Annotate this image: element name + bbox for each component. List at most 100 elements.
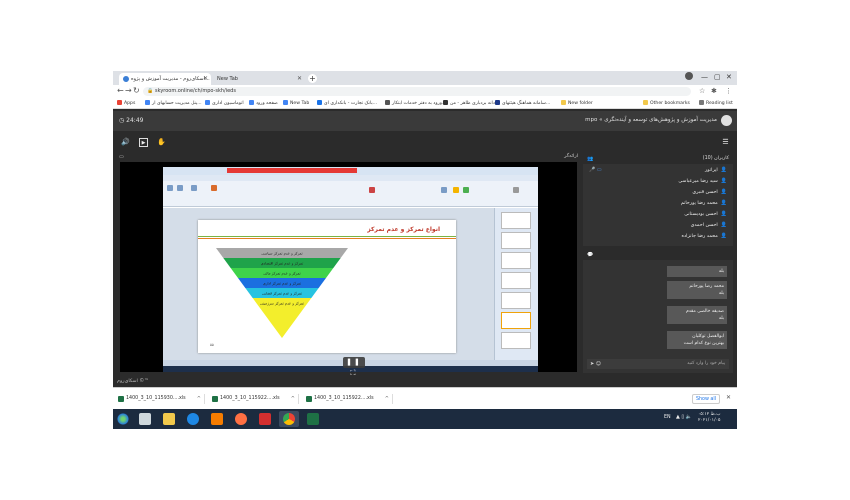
send-icon[interactable]: ➤ ☺ [590, 359, 601, 369]
back-icon[interactable]: ← [117, 86, 124, 95]
tray-icons[interactable]: ▲ ▯ 🔈 [676, 414, 692, 420]
slide-title: انواع تمرکز و عدم تمرکز [367, 226, 440, 233]
start-button[interactable] [115, 411, 131, 427]
user-list-item[interactable]: سید رضا میرعباسی 👤 [678, 178, 727, 186]
download-item[interactable]: 1400_3_10_115930....xls ^ [117, 394, 205, 404]
skyroom-favicon-icon [123, 75, 129, 82]
site-icon [317, 100, 322, 105]
close-window-icon[interactable]: ✕ [726, 73, 732, 81]
app-header: ◷ 24:49 mpo « مدیریت آموزش و پژوهش‌های ت… [113, 111, 737, 131]
download-item[interactable]: 1400_3_10_115922....xls ^ [211, 394, 299, 404]
taskbar-app[interactable] [207, 411, 227, 427]
ppt-ribbon [163, 181, 538, 207]
bookmark-item[interactable]: پنل مدیریت حسابهای ار... [145, 100, 202, 106]
slide-thumbnail[interactable] [501, 232, 531, 249]
user-name: احسن قنبری [692, 190, 718, 195]
excel-file-icon [306, 396, 312, 402]
taskbar-app[interactable] [135, 411, 155, 427]
bookmark-item[interactable]: اتوماسیون اداری [205, 100, 244, 106]
chevron-up-icon[interactable]: ^ [291, 394, 295, 404]
bookmark-apps[interactable]: Apps [117, 100, 135, 106]
taskbar-app[interactable] [255, 411, 275, 427]
forward-icon[interactable]: → [125, 86, 132, 95]
bookmark-folder[interactable]: New folder [561, 100, 593, 106]
bookmark-item[interactable]: سامانه هماهنگ هیئتهای... [495, 100, 550, 106]
user-list-item[interactable]: اپراتور 👤 [705, 167, 727, 175]
chat-input[interactable]: ➤ ☺ پیام خود را وارد کنید [587, 359, 729, 369]
browser-tab-skyroom[interactable]: اسکای‌روم - مدیریت آموزش و پژوه... ✕ [119, 73, 211, 85]
profile-icon[interactable] [685, 72, 693, 80]
taskbar-app[interactable] [183, 411, 203, 427]
taskbar-clock[interactable]: ۰۵:۱۲ ب.ظ ۲۰۲۱/۰۱/۰۵ [698, 412, 720, 424]
shared-powerpoint-window: انواع تمرکز و عدم تمرکز تمرکز و عدم تمرک… [163, 167, 538, 372]
presentation-controls[interactable]: ❚❚ ⛶ [343, 357, 365, 377]
bookmark-item[interactable]: ورود به دفتر خدمات ابتکار... [385, 100, 446, 106]
user-name: سید رضا میرعباسی [678, 179, 718, 184]
bookmark-item[interactable]: صفحه ورود [249, 100, 278, 106]
star-icon[interactable]: ☆ [699, 87, 705, 95]
chat-message: ابوالفضل توکلیان بهترین نوع کدام است [667, 331, 727, 349]
speaker-icon[interactable]: 🔊 [121, 138, 130, 147]
reading-list[interactable]: Reading list [699, 100, 733, 106]
taskbar-app[interactable] [303, 411, 323, 427]
browser-navbar: ← → ↻ 🔒 skyroom.online/ch/mpo-skh/ieds ☆… [113, 85, 737, 98]
app-footer: اسکای‌روم ©™ [113, 377, 737, 387]
user-icon: 👤 [720, 200, 727, 206]
windows-logo-icon [117, 413, 129, 425]
user-list-item[interactable]: محمد رضا پورحاتم 👤 [681, 200, 727, 208]
slide-thumbnail[interactable] [501, 332, 531, 349]
slide-thumbnail[interactable] [501, 272, 531, 289]
excel-file-icon [118, 396, 124, 402]
user-list-item[interactable]: محمد رضا جانزاده 👤 [682, 233, 727, 241]
site-icon [443, 100, 448, 105]
site-icon [205, 100, 210, 105]
slide-thumbnail[interactable] [501, 252, 531, 269]
acrobat-icon [259, 413, 271, 425]
bookmark-item[interactable]: بانک تجارت - بانکداری ای... [317, 100, 377, 106]
reading-list-icon [699, 100, 704, 105]
bookmark-folder[interactable]: Other bookmarks [643, 100, 690, 106]
mic-icon[interactable]: 🎤 ▭ [589, 167, 602, 173]
lock-icon: 🔒 [147, 88, 154, 94]
user-list-item[interactable]: احسن بودیستانی 👤 [684, 211, 727, 219]
user-icon: 👤 [720, 167, 727, 173]
bookmark-item[interactable]: New Tab [283, 100, 309, 106]
site-icon [145, 100, 150, 105]
extensions-icon[interactable]: ✱ [711, 87, 717, 95]
close-tab-icon[interactable]: ✕ [203, 73, 208, 85]
bookmark-item[interactable]: دانه بردباری ظاهر - من... [443, 100, 499, 106]
downloads-bar: 1400_3_10_115930....xls ^ 1400_3_10_11592… [113, 387, 737, 409]
close-tab-icon[interactable]: ✕ [297, 73, 302, 85]
taskbar-app-active[interactable] [279, 411, 299, 427]
raise-hand-icon[interactable]: ✋ [157, 138, 166, 147]
user-name: احسن احمدی [690, 223, 718, 228]
user-icon: 👤 [720, 233, 727, 239]
new-tab-icon[interactable]: + [308, 74, 317, 83]
taskbar-app[interactable] [159, 411, 179, 427]
slide-thumbnail[interactable] [501, 212, 531, 229]
taskbar-app[interactable] [231, 411, 251, 427]
slide-thumbnail-selected[interactable] [501, 312, 531, 329]
user-avatar-icon[interactable] [721, 115, 732, 126]
user-list-item[interactable]: احسن احمدی 👤 [691, 222, 727, 230]
minimize-icon[interactable]: — [701, 73, 708, 81]
chevron-up-icon[interactable]: ^ [385, 394, 389, 404]
download-item[interactable]: 1400_3_10_115922....xls ^ [305, 394, 393, 404]
slide-number: ۵۵ [210, 343, 214, 347]
user-list-item[interactable]: احسن قنبری 👤 [692, 189, 727, 197]
slide-thumbnail[interactable] [501, 292, 531, 309]
presentation-icon[interactable]: ▶ [139, 138, 148, 147]
menu-icon[interactable]: ☰ [721, 138, 730, 147]
excel-icon [307, 413, 319, 425]
chevron-up-icon[interactable]: ^ [197, 394, 201, 404]
maximize-icon[interactable]: ▢ [714, 73, 721, 81]
reload-icon[interactable]: ↻ [133, 86, 140, 95]
menu-icon[interactable]: ⋮ [725, 87, 732, 95]
language-indicator[interactable]: EN [664, 415, 671, 420]
folder-icon [561, 100, 566, 105]
close-icon[interactable]: ✕ [726, 394, 731, 401]
browser-tab-newtab[interactable]: New Tab ✕ [213, 73, 305, 85]
show-all-button[interactable]: Show all [692, 394, 720, 404]
address-bar[interactable]: 🔒 skyroom.online/ch/mpo-skh/ieds [143, 87, 691, 96]
site-icon [283, 100, 288, 105]
